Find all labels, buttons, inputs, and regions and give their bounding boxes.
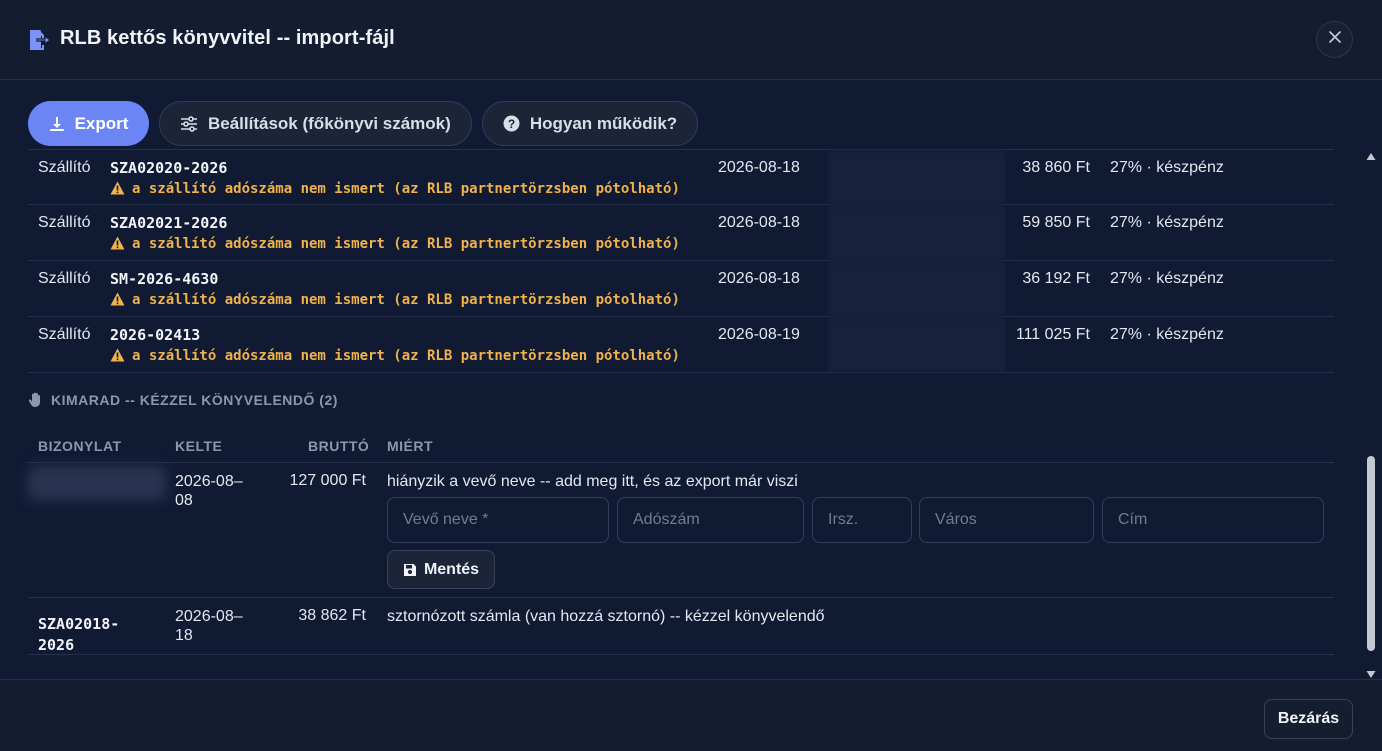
row-amount: 38 860 Ft [1022,159,1090,176]
row-type: Szállító [38,159,91,176]
column-header-date: KELTE [175,438,223,454]
row-amount: 36 192 Ft [1022,270,1090,287]
skip-section-title: KIMARAD -- KÉZZEL KÖNYVELENDŐ (2) [28,392,338,408]
settings-button[interactable]: Beállítások (főkönyvi számok) [159,101,472,146]
warning-icon [110,348,125,366]
dialog-title: RLB kettős könyvvitel -- import-fájl [60,27,395,49]
row-warning: a szállító adószáma nem ismert (az RLB p… [110,292,680,310]
download-icon [49,116,65,132]
zip-code-input[interactable] [812,497,912,543]
row-warning-text: a szállító adószáma nem ismert (az RLB p… [132,181,680,197]
close-icon [1328,30,1342,49]
row-doc-line: SZA02018- [38,615,120,633]
table-row: Szállító 2026-02413 a szállító adószáma … [28,317,1334,373]
scrollbar[interactable] [1364,146,1378,679]
row-date: 2026-08-18 [718,270,800,287]
row-type: Szállító [38,270,91,287]
row-date-line: 2026-08– [175,473,243,490]
export-button[interactable]: Export [28,101,149,146]
row-warning: a szállító adószáma nem ismert (az RLB p… [110,348,680,366]
column-header-document: BIZONYLAT [38,438,122,454]
row-reason: hiányzik a vevő neve -- add meg itt, és … [387,473,798,490]
scrollbar-thumb[interactable] [1367,456,1375,651]
warning-icon [110,292,125,310]
row-date: 2026-08– 08 [175,472,265,510]
question-circle-icon: ? [503,115,520,132]
row-doc-line: 2026 [38,636,75,654]
scroll-up-arrow-icon[interactable] [1366,148,1376,166]
save-label: Mentés [423,560,480,578]
row-date-line: 08 [175,492,193,509]
row-amount: 38 862 Ft [298,607,366,624]
column-header-gross: BRUTTÓ [308,438,370,454]
row-warning: a szállító adószáma nem ismert (az RLB p… [110,236,680,254]
skip-table: BIZONYLAT KELTE BRUTTÓ MIÉRT 2026-08– 08 … [28,426,1334,655]
table-row: Szállító SZA02021-2026 a szállító adószá… [28,205,1334,261]
table-row: 2026-08– 08 127 000 Ft hiányzik a vevő ne… [28,463,1334,598]
row-date: 2026-08-18 [718,214,800,231]
row-date: 2026-08-18 [718,159,800,176]
row-date: 2026-08-19 [718,326,800,343]
export-label: Export [74,113,129,133]
row-warning-text: a szállító adószáma nem ismert (az RLB p… [132,236,680,252]
file-export-icon [26,28,51,52]
address-input[interactable] [1102,497,1324,543]
row-date-line: 18 [175,627,193,644]
row-warning: a szállító adószáma nem ismert (az RLB p… [110,181,680,199]
skip-section-title-text: KIMARAD -- KÉZZEL KÖNYVELENDŐ (2) [51,392,338,408]
dialog-body: Export Beállítások (főkönyvi számok) ? H… [0,81,1382,679]
row-doc-number: SZA02018- 2026 [38,614,119,656]
row-redacted-partner [828,317,1005,373]
dialog-footer: Bezárás [0,679,1382,751]
row-doc-number: SZA02020-2026 [110,159,228,177]
row-vat: 27% · készpénz [1110,326,1224,343]
save-button[interactable]: Mentés [387,550,495,589]
row-vat: 27% · készpénz [1110,159,1224,176]
help-label: Hogyan működik? [529,113,678,133]
row-reason: sztornózott számla (van hozzá sztornó) -… [387,608,825,625]
row-amount: 59 850 Ft [1022,214,1090,231]
city-input[interactable] [919,497,1094,543]
row-date: 2026-08– 18 [175,607,265,645]
close-button[interactable] [1316,21,1353,58]
help-button[interactable]: ? Hogyan működik? [481,101,699,146]
row-amount: 127 000 Ft [289,472,367,489]
hand-icon [28,392,43,408]
invoice-list: Szállító SZA02020-2026 a szállító adószá… [28,149,1334,373]
column-header-reason: MIÉRT [387,438,434,454]
close-dialog-button[interactable]: Bezárás [1264,699,1353,739]
warning-icon [110,236,125,254]
row-date-line: 2026-08– [175,608,243,625]
row-type: Szállító [38,214,91,231]
row-doc-number: 2026-02413 [110,326,201,344]
skip-table-header: BIZONYLAT KELTE BRUTTÓ MIÉRT [28,426,1334,463]
settings-label: Beállítások (főkönyvi számok) [208,113,451,133]
table-row: SZA02018- 2026 2026-08– 18 38 862 Ft sztor… [28,598,1334,655]
scroll-down-arrow-icon[interactable] [1366,666,1376,679]
row-warning-text: a szállító adószáma nem ismert (az RLB p… [132,292,680,308]
row-redacted-partner [828,150,1005,206]
redacted-document-number [28,466,166,500]
row-vat: 27% · készpénz [1110,214,1224,231]
toolbar: Export Beállítások (főkönyvi számok) ? H… [28,101,699,146]
row-type: Szállító [38,326,91,343]
row-redacted-partner [828,205,1005,261]
sliders-icon [180,115,198,132]
row-doc-number: SM-2026-4630 [110,270,219,288]
row-warning-text: a szállító adószáma nem ismert (az RLB p… [132,348,680,364]
row-amount: 111 025 Ft [1015,326,1090,343]
save-icon [403,563,417,577]
row-redacted-partner [828,261,1005,317]
buyer-name-input[interactable] [387,497,609,543]
row-vat: 27% · készpénz [1110,270,1224,287]
dialog-header: RLB kettős könyvvitel -- import-fájl [0,0,1382,80]
table-row: Szállító SZA02020-2026 a szállító adószá… [28,149,1334,206]
warning-icon [110,181,125,199]
svg-text:?: ? [508,117,515,131]
tax-number-input[interactable] [617,497,804,543]
row-doc-number: SZA02021-2026 [110,214,228,232]
table-row: Szállító SM-2026-4630 a szállító adószám… [28,261,1334,317]
